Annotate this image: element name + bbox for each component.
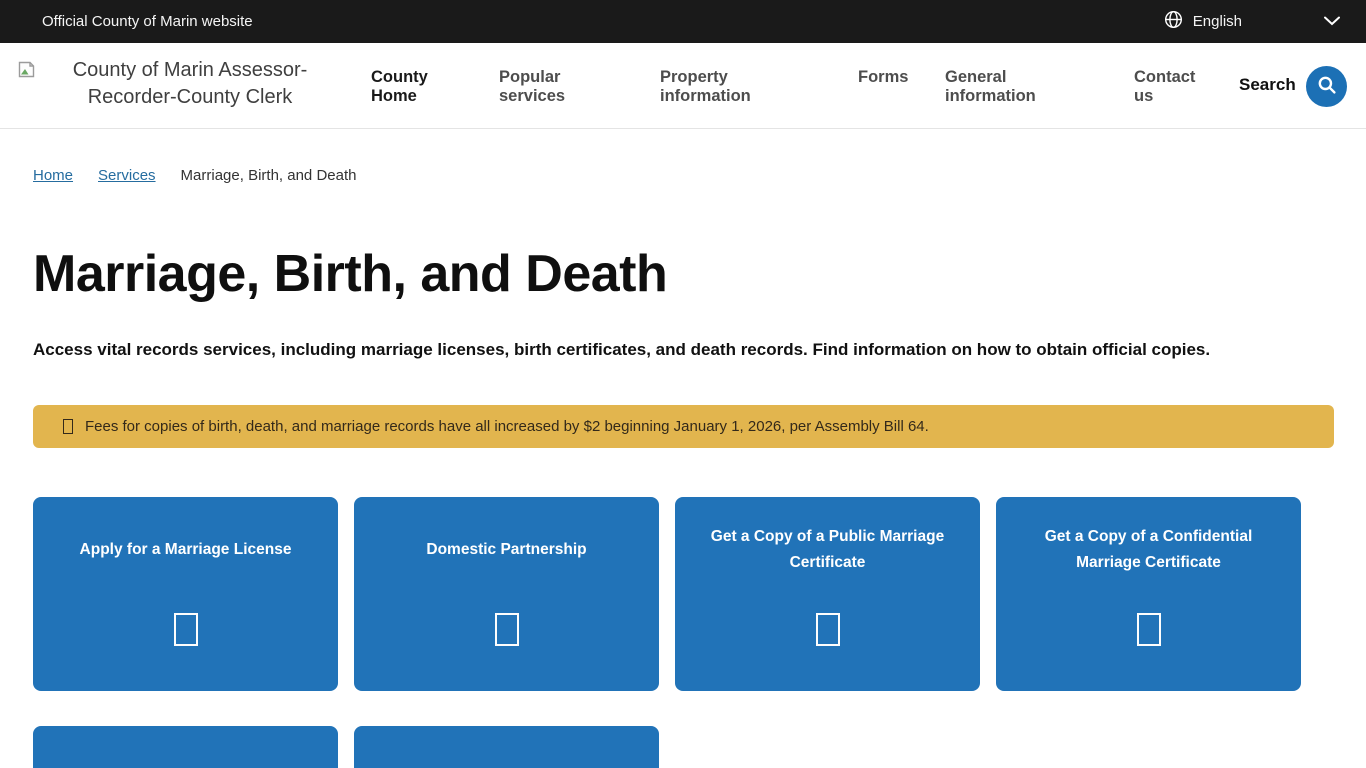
card-public-marriage-certificate[interactable]: Get a Copy of a Public Marriage Certific… [675,497,980,691]
nav-contact-us[interactable]: Contact us [1134,68,1204,106]
broken-image-icon [18,61,35,83]
utility-bar: Official County of Marin website English [0,0,1366,43]
card-label: Get a Copy of a Confidential Marriage Ce… [996,524,1301,576]
card-label: Apply for a Marriage License [33,524,338,576]
site-title: County of Marin Assessor-Recorder-County… [44,57,336,111]
nav-county-home[interactable]: County Home [371,68,443,106]
site-notice: Official County of Marin website [42,13,253,30]
page-intro: Access vital records services, including… [33,340,1334,360]
card-apply-marriage-license[interactable]: Apply for a Marriage License [33,497,338,691]
page-content: Home Services Marriage, Birth, and Death… [0,167,1366,768]
nav-general-information[interactable]: General information [945,68,1051,106]
breadcrumb-home[interactable]: Home [33,167,73,184]
card-domestic-partnership[interactable]: Domestic Partnership [354,497,659,691]
card-death-certificate[interactable]: Get a Copy of a Death Certificate [354,726,659,768]
nav-popular-services[interactable]: Popular services [499,68,575,106]
search-icon [1317,75,1337,98]
chevron-down-icon [1324,13,1340,31]
language-selector[interactable]: English [1164,10,1340,34]
card-label: Get a Copy of a Death Certificate [354,753,659,768]
nav-property-information[interactable]: Property information [660,68,764,106]
page-title: Marriage, Birth, and Death [33,244,1334,304]
language-label: English [1193,13,1242,30]
card-label: Get a Copy of a Public Marriage Certific… [675,524,980,576]
breadcrumb-current: Marriage, Birth, and Death [181,167,357,184]
card-confidential-marriage-certificate[interactable]: Get a Copy of a Confidential Marriage Ce… [996,497,1301,691]
card-missing-image-icon [495,613,519,646]
card-birth-certificate[interactable]: Get a Copy of a Birth Certificate [33,726,338,768]
card-missing-image-icon [174,613,198,646]
site-brand[interactable]: County of Marin Assessor-Recorder-County… [16,57,336,111]
breadcrumb-services[interactable]: Services [98,167,156,184]
alert-text: Fees for copies of birth, death, and mar… [85,418,929,435]
nav-forms[interactable]: Forms [858,68,908,87]
search-label: Search [1239,75,1296,95]
card-label: Get a Copy of a Birth Certificate [33,753,338,768]
globe-icon [1164,10,1183,34]
fee-alert-banner: Fees for copies of birth, death, and mar… [33,405,1334,448]
breadcrumb: Home Services Marriage, Birth, and Death [33,167,1334,184]
alert-missing-glyph-icon [63,419,73,434]
card-label: Domestic Partnership [354,524,659,576]
service-cards-row-2: Get a Copy of a Birth Certificate Get a … [33,726,1334,768]
card-missing-image-icon [816,613,840,646]
service-cards-row-1: Apply for a Marriage License Domestic Pa… [33,497,1334,691]
card-missing-image-icon [1137,613,1161,646]
search-button[interactable] [1306,66,1347,107]
site-header: County of Marin Assessor-Recorder-County… [0,43,1366,129]
